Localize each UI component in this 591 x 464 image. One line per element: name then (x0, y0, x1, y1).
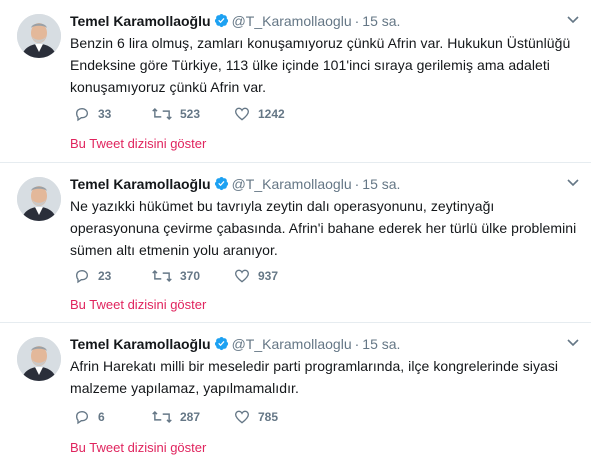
tweet-header: Temel Karamollaoğlu @T_Karamollaoglu · 15 s… (70, 334, 400, 354)
show-thread-link[interactable]: Bu Tweet dizisini göster (70, 135, 206, 153)
reply-button[interactable]: 6 (74, 407, 105, 427)
reply-button[interactable]: 33 (74, 104, 111, 124)
tweet[interactable]: Temel Karamollaoğlu @T_Karamollaoglu · 15 s… (0, 323, 591, 464)
user-handle[interactable]: @T_Karamollaoglu (232, 336, 352, 352)
heart-icon (234, 410, 250, 424)
retweet-button[interactable]: 370 (152, 266, 200, 286)
like-button[interactable]: 937 (234, 266, 278, 286)
user-handle[interactable]: @T_Karamollaoglu (232, 176, 352, 192)
reply-count: 33 (98, 107, 112, 121)
retweet-button[interactable]: 287 (152, 407, 200, 427)
tweet-header: Temel Karamollaoğlu @T_Karamollaoglu · 15 s… (70, 11, 400, 31)
tweet-feed: Temel Karamollaoğlu @T_Karamollaoglu · 15 s… (0, 0, 591, 464)
timestamp[interactable]: 15 sa. (362, 13, 400, 29)
tweet-text-line: operasyonuna çevirme çabasında. Afrin'i … (70, 220, 577, 236)
tweet[interactable]: Temel Karamollaoğlu @T_Karamollaoglu · 15 s… (0, 163, 591, 323)
tweet[interactable]: Temel Karamollaoğlu @T_Karamollaoglu · 15 s… (0, 0, 591, 163)
retweet-icon (152, 269, 172, 283)
separator-dot: · (354, 336, 360, 352)
like-count: 785 (258, 410, 279, 424)
display-name[interactable]: Temel Karamollaoğlu (70, 176, 211, 192)
avatar[interactable] (17, 177, 61, 221)
timestamp[interactable]: 15 sa. (362, 336, 400, 352)
heart-icon (234, 269, 250, 283)
verified-badge-icon (214, 176, 228, 191)
tweet-text-line: Benzin 6 lira olmuş, zamları konuşamıyor… (70, 35, 571, 51)
tweet-text-line: Endeksine göre Türkiye, 113 ülke içinde … (70, 57, 550, 73)
tweet-text-line: Ne yazıkki hükümet bu tavrıyla zeytin da… (70, 198, 495, 214)
heart-icon (234, 107, 250, 121)
separator-dot: · (354, 13, 360, 29)
tweet-header: Temel Karamollaoğlu @T_Karamollaoglu · 15 s… (70, 174, 400, 194)
like-count: 1242 (258, 107, 285, 121)
tweet-text-line: konuşamıyoruz çünkü Afrin var. (70, 79, 267, 95)
show-thread-link[interactable]: Bu Tweet dizisini göster (70, 439, 206, 457)
display-name[interactable]: Temel Karamollaoğlu (70, 336, 211, 352)
user-handle[interactable]: @T_Karamollaoglu (232, 13, 352, 29)
verified-badge-icon (214, 13, 228, 28)
separator-dot: · (354, 176, 360, 192)
chevron-down-icon[interactable] (567, 15, 579, 25)
display-name[interactable]: Temel Karamollaoğlu (70, 13, 211, 29)
retweet-icon (152, 107, 172, 121)
reply-count: 6 (98, 410, 105, 424)
tweet-text: Benzin 6 lira olmuş, zamları konuşamıyor… (70, 32, 580, 98)
reply-button[interactable]: 23 (74, 266, 111, 286)
tweet-text-line: malzeme yapılamaz, yapılmamalıdır. (70, 380, 299, 396)
like-button[interactable]: 1242 (234, 104, 285, 124)
avatar[interactable] (17, 14, 61, 58)
tweet-text: Afrin Harekatı milli bir meseledir parti… (70, 355, 580, 399)
like-button[interactable]: 785 (234, 407, 278, 427)
avatar[interactable] (17, 337, 61, 381)
chevron-down-icon[interactable] (567, 178, 579, 188)
reply-icon (75, 269, 89, 284)
reply-count: 23 (98, 269, 112, 283)
reply-icon (75, 410, 89, 425)
tweet-text-line: Afrin Harekatı milli bir meseledir parti… (70, 358, 559, 374)
retweet-count: 523 (180, 107, 201, 121)
tweet-text-line: sümen altı etmenin yolu aranıyor. (70, 242, 278, 258)
retweet-icon (152, 410, 172, 424)
reply-icon (75, 107, 89, 122)
timestamp[interactable]: 15 sa. (362, 176, 400, 192)
retweet-count: 370 (180, 269, 201, 283)
show-thread-link[interactable]: Bu Tweet dizisini göster (70, 296, 206, 314)
tweet-text: Ne yazıkki hükümet bu tavrıyla zeytin da… (70, 195, 580, 261)
verified-badge-icon (214, 336, 228, 351)
retweet-count: 287 (180, 410, 201, 424)
chevron-down-icon[interactable] (567, 338, 579, 348)
retweet-button[interactable]: 523 (152, 104, 200, 124)
like-count: 937 (258, 269, 279, 283)
